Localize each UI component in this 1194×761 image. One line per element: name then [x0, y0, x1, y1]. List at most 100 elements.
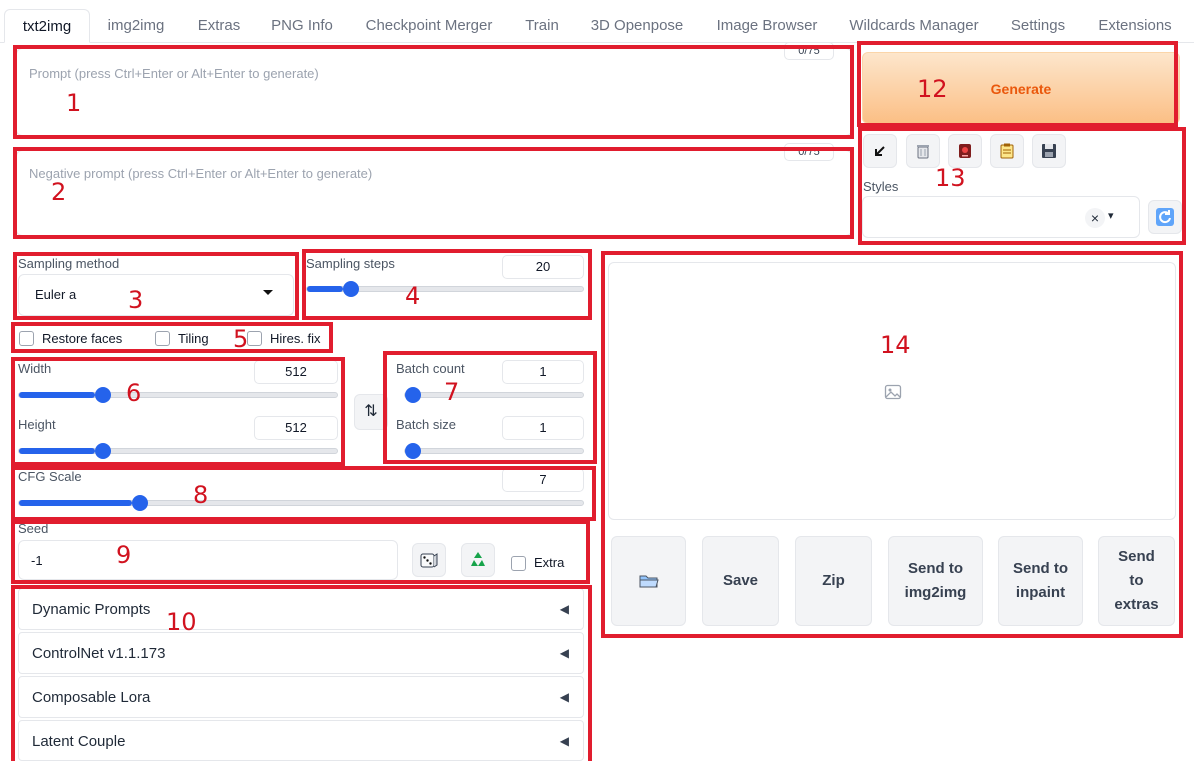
- tab-txt2img[interactable]: txt2img: [4, 9, 90, 43]
- generate-button[interactable]: Generate: [862, 52, 1180, 124]
- trash-icon[interactable]: [906, 134, 940, 168]
- width-slider[interactable]: [18, 387, 338, 403]
- clipboard-icon[interactable]: [990, 134, 1024, 168]
- sampling-method-dropdown[interactable]: Euler a: [18, 274, 294, 316]
- width-label: Width: [18, 361, 52, 376]
- batch-count-input[interactable]: 1: [502, 360, 584, 384]
- chevron-down-icon: ▾: [1108, 210, 1114, 222]
- tab-checkpoint-merger[interactable]: Checkpoint Merger: [352, 9, 506, 43]
- annotation-label-6: 6: [126, 379, 142, 407]
- sampling-method-value: Euler a: [35, 287, 77, 302]
- tiling-checkbox[interactable]: [155, 331, 170, 346]
- cfg-scale-label: CFG Scale: [18, 469, 82, 484]
- sampling-steps-label: Sampling steps: [306, 256, 395, 271]
- tab-image-browser[interactable]: Image Browser: [704, 9, 830, 43]
- sampling-method-label: Sampling method: [18, 256, 120, 271]
- recycle-icon[interactable]: [461, 543, 495, 577]
- tab-extras[interactable]: Extras: [186, 9, 252, 43]
- accordion-latent-couple[interactable]: Latent Couple ◀: [18, 720, 584, 761]
- dice-icon[interactable]: [412, 543, 446, 577]
- tab-3d-openpose[interactable]: 3D Openpose: [580, 9, 694, 43]
- slider-handle[interactable]: [405, 443, 421, 459]
- folder-icon: [639, 575, 659, 588]
- height-input[interactable]: 512: [254, 416, 338, 440]
- zip-button[interactable]: Zip: [795, 536, 872, 626]
- arrow-icon[interactable]: [863, 134, 897, 168]
- slider-fill: [19, 500, 132, 506]
- red-card-icon[interactable]: [948, 134, 982, 168]
- accordion-title: Composable Lora: [32, 689, 151, 706]
- seed-input[interactable]: -1: [18, 540, 398, 580]
- slider-fill: [19, 448, 96, 454]
- collapse-arrow-icon: ◀: [559, 602, 569, 616]
- accordion-title: ControlNet v1.1.173: [32, 645, 166, 662]
- styles-dropdown[interactable]: × ▾: [862, 196, 1140, 238]
- hires-fix-label: Hires. fix: [270, 331, 321, 346]
- accordion-composable-lora[interactable]: Composable Lora ◀: [18, 676, 584, 718]
- accordion-title: Latent Couple: [32, 733, 126, 750]
- batch-size-input[interactable]: 1: [502, 416, 584, 440]
- negative-prompt-placeholder: Negative prompt (press Ctrl+Enter or Alt…: [29, 166, 373, 181]
- chevron-down-icon: [263, 290, 273, 295]
- prompt-placeholder: Prompt (press Ctrl+Enter or Alt+Enter to…: [29, 66, 319, 81]
- height-slider[interactable]: [18, 443, 338, 459]
- cfg-scale-slider[interactable]: [18, 495, 584, 511]
- hires-fix-checkbox[interactable]: [247, 331, 262, 346]
- slider-handle[interactable]: [405, 387, 421, 403]
- slider-handle[interactable]: [95, 387, 112, 403]
- tab-wildcards-manager[interactable]: Wildcards Manager: [838, 9, 990, 43]
- annotation-label-2: 2: [51, 178, 67, 206]
- send-to-inpaint-button[interactable]: Send to inpaint: [998, 536, 1083, 626]
- negative-prompt-textarea[interactable]: Negative prompt (press Ctrl+Enter or Alt…: [16, 150, 852, 236]
- refresh-icon[interactable]: [1148, 200, 1182, 234]
- tab-bar: txt2img img2img Extras PNG Info Checkpoi…: [0, 0, 1194, 43]
- accordion-controlnet[interactable]: ControlNet v1.1.173 ◀: [18, 632, 584, 674]
- annotation-label-8: 8: [193, 481, 209, 509]
- tab-train[interactable]: Train: [514, 9, 570, 43]
- prompt-textarea[interactable]: Prompt (press Ctrl+Enter or Alt+Enter to…: [16, 48, 852, 136]
- annotation-label-5: 5: [233, 325, 249, 353]
- collapse-arrow-icon: ◀: [559, 690, 569, 704]
- negative-prompt-token-counter: 0/75: [784, 143, 834, 161]
- tab-settings[interactable]: Settings: [1000, 9, 1076, 43]
- annotation-label-4: 4: [405, 282, 421, 310]
- open-folder-button[interactable]: [611, 536, 686, 626]
- tab-img2img[interactable]: img2img: [95, 9, 177, 43]
- tab-png-info[interactable]: PNG Info: [262, 9, 342, 43]
- collapse-arrow-icon: ◀: [559, 646, 569, 660]
- collapse-arrow-icon: ◀: [559, 734, 569, 748]
- swap-dimensions-button[interactable]: ⇅: [354, 394, 388, 430]
- clear-icon[interactable]: ×: [1085, 208, 1105, 228]
- send-to-extras-button[interactable]: Send to extras: [1098, 536, 1175, 626]
- tiling-label: Tiling: [178, 331, 209, 346]
- seed-value: -1: [31, 553, 43, 568]
- batch-count-label: Batch count: [396, 361, 465, 376]
- styles-label: Styles: [863, 179, 899, 194]
- save-button[interactable]: Save: [702, 536, 779, 626]
- slider-fill: [19, 392, 96, 398]
- restore-faces-checkbox[interactable]: [19, 331, 34, 346]
- annotation-label-14: 14: [880, 331, 911, 359]
- accordion-title: Dynamic Prompts: [32, 601, 151, 618]
- restore-faces-label: Restore faces: [42, 331, 123, 346]
- cfg-scale-input[interactable]: 7: [502, 468, 584, 492]
- annotation-label-7: 7: [444, 378, 460, 406]
- sampling-steps-slider[interactable]: [306, 281, 584, 297]
- send-to-img2img-button[interactable]: Send to img2img: [888, 536, 983, 626]
- accordion-dynamic-prompts[interactable]: Dynamic Prompts ◀: [18, 588, 584, 630]
- sampling-steps-input[interactable]: 20: [502, 255, 584, 279]
- tab-extensions[interactable]: Extensions: [1086, 9, 1184, 43]
- prompt-token-counter: 0/75: [784, 42, 834, 60]
- slider-fill: [307, 286, 343, 292]
- batch-count-slider[interactable]: [404, 387, 584, 403]
- slider-handle[interactable]: [342, 281, 359, 297]
- height-label: Height: [18, 417, 56, 432]
- slider-handle[interactable]: [131, 495, 148, 511]
- annotation-label-9: 9: [116, 541, 132, 569]
- save-icon[interactable]: [1032, 134, 1066, 168]
- seed-label: Seed: [18, 521, 49, 536]
- batch-size-slider[interactable]: [404, 443, 584, 459]
- width-input[interactable]: 512: [254, 360, 338, 384]
- extra-seed-checkbox[interactable]: [511, 556, 526, 571]
- slider-handle[interactable]: [95, 443, 112, 459]
